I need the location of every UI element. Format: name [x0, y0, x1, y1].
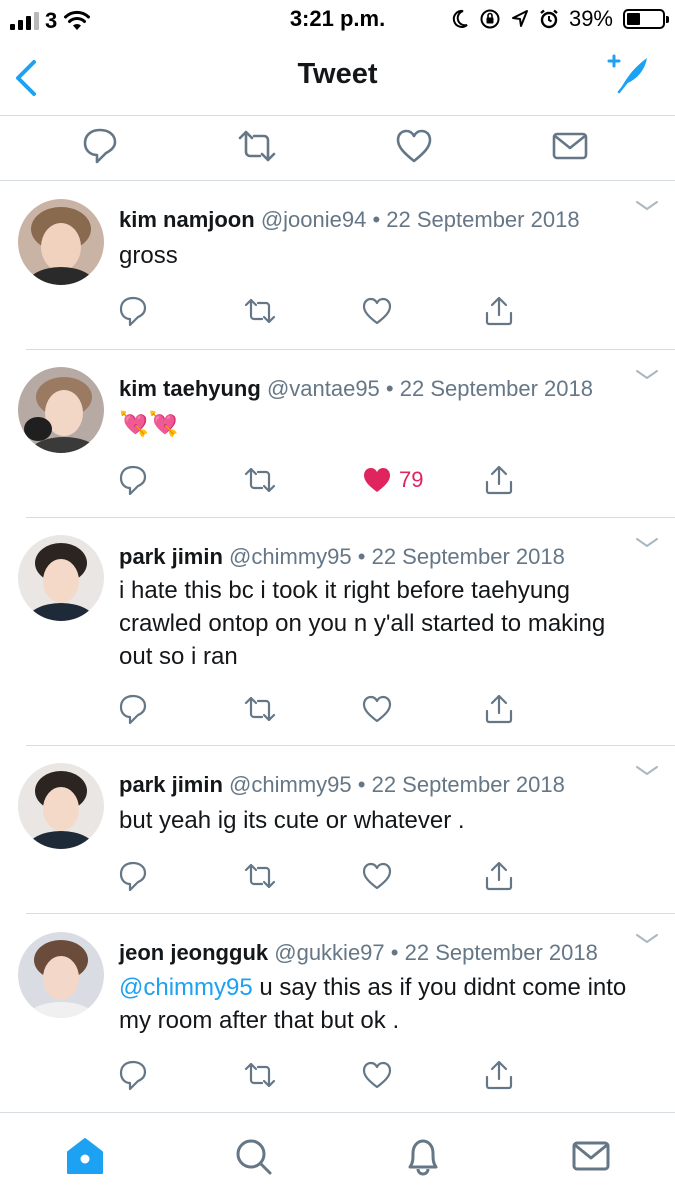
reply-icon[interactable]: [118, 860, 148, 892]
author-handle[interactable]: @vantae95: [267, 376, 380, 401]
compose-feather-icon[interactable]: [605, 52, 651, 98]
tweet-text: i hate this bc i took it right before ta…: [119, 577, 606, 670]
chevron-down-icon[interactable]: [635, 764, 659, 778]
meta-separator: •: [390, 940, 399, 965]
author-handle[interactable]: @gukkie97: [274, 940, 384, 965]
reply-item[interactable]: kim taehyung @vantae95 • 22 September 20…: [0, 350, 675, 518]
author-name[interactable]: kim namjoon: [119, 207, 255, 232]
main-tweet-actions: [0, 116, 675, 181]
chevron-down-icon[interactable]: [635, 199, 659, 213]
tweet-actions: [0, 693, 675, 727]
tweet-actions: 79: [0, 464, 675, 498]
bell-icon[interactable]: [402, 1135, 444, 1177]
author-name[interactable]: kim taehyung: [119, 376, 261, 401]
tab-bar: [0, 1112, 675, 1200]
reply-item[interactable]: park jimin @chimmy95 • 22 September 2018…: [0, 746, 675, 914]
tweet-text: 💘💘: [119, 411, 179, 438]
liked-heart-icon: [364, 468, 390, 492]
tweet-date: 22 September 2018: [404, 940, 598, 965]
mail-icon[interactable]: [570, 1135, 612, 1177]
battery-icon: [623, 9, 669, 29]
avatar[interactable]: [18, 932, 104, 1018]
retweet-icon[interactable]: [243, 693, 277, 725]
rotation-lock-icon: [480, 9, 500, 29]
share-icon[interactable]: [483, 860, 515, 892]
chevron-down-icon[interactable]: [635, 368, 659, 382]
home-icon[interactable]: [64, 1135, 106, 1177]
reply-icon[interactable]: [118, 693, 148, 725]
like-icon[interactable]: [361, 295, 393, 327]
reply-item[interactable]: park jimin @chimmy95 • 22 September 2018…: [0, 518, 675, 746]
tweet-text: @chimmy95 u say this as if you didnt com…: [119, 971, 645, 1037]
author-handle[interactable]: @chimmy95: [229, 544, 352, 569]
author-name[interactable]: jeon jeongguk: [119, 940, 268, 965]
like-icon[interactable]: [394, 126, 434, 166]
meta-separator: •: [372, 207, 381, 232]
reply-icon[interactable]: [118, 295, 148, 327]
retweet-icon[interactable]: [236, 126, 278, 166]
reply-icon[interactable]: [118, 464, 148, 496]
avatar[interactable]: [18, 367, 104, 453]
reply-item[interactable]: kim namjoon @joonie94 • 22 September 201…: [0, 181, 675, 350]
like-icon[interactable]: [361, 860, 393, 892]
author-handle[interactable]: @joonie94: [261, 207, 367, 232]
nav-bar: Tweet: [0, 38, 675, 116]
page-title: Tweet: [297, 58, 378, 90]
like-icon[interactable]: [361, 1059, 393, 1091]
mail-icon[interactable]: [551, 126, 589, 166]
tweet-actions: [0, 860, 675, 894]
retweet-icon[interactable]: [243, 860, 277, 892]
share-icon[interactable]: [483, 1059, 515, 1091]
retweet-icon[interactable]: [243, 464, 277, 496]
chevron-down-icon[interactable]: [635, 536, 659, 550]
tweet-text: gross: [119, 242, 178, 269]
battery-percent: 39%: [568, 6, 613, 31]
tweet-actions: [0, 295, 675, 329]
share-icon[interactable]: [483, 693, 515, 725]
search-icon[interactable]: [232, 1135, 274, 1177]
meta-separator: •: [357, 772, 366, 797]
share-icon[interactable]: [483, 295, 515, 327]
author-handle[interactable]: @chimmy95: [229, 772, 352, 797]
retweet-icon[interactable]: [243, 1059, 277, 1091]
reply-item[interactable]: jeon jeongguk @gukkie97 • 22 September 2…: [0, 914, 675, 1112]
tweet-text: but yeah ig its cute or whatever .: [119, 807, 465, 834]
moon-icon: [452, 9, 468, 28]
like-button[interactable]: 79: [361, 464, 423, 496]
status-bar: 3 3:21 p.m. 39%: [0, 0, 675, 38]
reply-icon[interactable]: [82, 126, 118, 166]
share-icon[interactable]: [483, 464, 515, 496]
avatar[interactable]: [18, 199, 104, 285]
like-icon[interactable]: [361, 693, 393, 725]
author-name[interactable]: park jimin: [119, 544, 223, 569]
chevron-down-icon[interactable]: [635, 932, 659, 946]
author-name[interactable]: park jimin: [119, 772, 223, 797]
location-icon: [511, 10, 528, 27]
tweet-date: 22 September 2018: [399, 376, 594, 401]
reply-icon[interactable]: [118, 1059, 148, 1091]
alarm-icon: [540, 9, 558, 29]
tweet-actions: [0, 1059, 675, 1093]
tweet-date: 22 September 2018: [371, 772, 565, 797]
avatar[interactable]: [18, 535, 104, 621]
meta-separator: •: [357, 544, 366, 569]
like-count: 79: [399, 467, 424, 492]
meta-separator: •: [385, 376, 394, 401]
retweet-icon[interactable]: [243, 295, 277, 327]
avatar[interactable]: [18, 763, 104, 849]
tweet-date: 22 September 2018: [371, 544, 565, 569]
mention-link[interactable]: @chimmy95: [119, 974, 253, 1001]
tweet-date: 22 September 2018: [386, 207, 580, 232]
